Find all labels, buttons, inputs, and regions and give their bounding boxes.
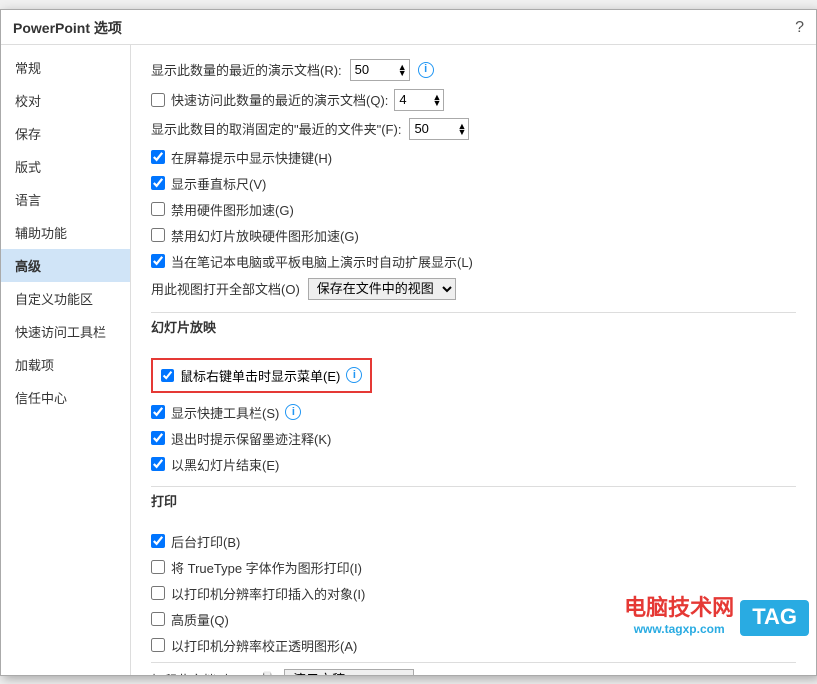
correct-transparency-label[interactable]: 以打印机分辨率校正透明图形(A) [171,636,357,655]
truetype-print-checkbox[interactable] [151,560,165,574]
sidebar-item-proofing[interactable]: 校对 [1,84,130,117]
sidebar-item-addins[interactable]: 加载项 [1,348,130,381]
recent-folders-label: 显示此数目的取消固定的"最近的文件夹"(F): [151,119,401,138]
right-click-menu-container: 鼠标右键单击时显示菜单(E) i [151,358,796,397]
slideshow-section-title: 幻灯片放映 [151,317,796,336]
watermark-text: 电脑技术网 www.tagxp.com [624,590,734,636]
show-toolbar-info-icon[interactable]: i [285,404,301,420]
disable-hw-accel-row: 禁用硬件图形加速(G) [151,200,796,219]
sidebar-item-save[interactable]: 保存 [1,117,130,150]
view-label: 用此视图打开全部文档(O) [151,279,300,298]
end-black-slide-checkbox[interactable] [151,457,165,471]
show-toolbar-label[interactable]: 显示快捷工具栏(S) [171,403,279,422]
right-click-menu-label[interactable]: 鼠标右键单击时显示菜单(E) [180,366,340,385]
sidebar-item-trustcenter[interactable]: 信任中心 [1,381,130,414]
spinbox2-down-icon[interactable]: ▼ [432,98,441,108]
high-quality-checkbox[interactable] [151,612,165,626]
main-content: 显示此数量的最近的演示文档(R): ▲ ▼ i 快速访问此数量的最近的演示文档(… [131,45,816,675]
show-toolbar-checkbox[interactable] [151,405,165,419]
print-resolution-label[interactable]: 以打印机分辨率打印插入的对象(I) [171,584,365,603]
quick-access-row: 快速访问此数量的最近的演示文档(Q): ▲ ▼ [151,89,796,111]
right-click-menu-info-icon[interactable]: i [346,367,362,383]
slideshow-section-divider: 幻灯片放映 [151,312,796,350]
sidebar-item-accessibility[interactable]: 辅助功能 [1,216,130,249]
view-row: 用此视图打开全部文档(O) 保存在文件中的视图 [151,278,796,300]
recent-docs-info-icon[interactable]: i [418,62,434,78]
disable-hw-accel-checkbox[interactable] [151,202,165,216]
print-section-divider: 打印 [151,486,796,524]
spinbox-down-icon[interactable]: ▼ [398,68,407,78]
sidebar-item-layout[interactable]: 版式 [1,150,130,183]
keep-annotations-row: 退出时提示保留墨迹注释(K) [151,429,796,448]
quick-access-label[interactable]: 快速访问此数量的最近的演示文档(Q): [171,90,388,109]
help-icon[interactable]: ? [795,19,804,37]
recent-folders-spinbox[interactable]: ▲ ▼ [409,118,469,140]
background-print-checkbox[interactable] [151,534,165,548]
sidebar-item-general[interactable]: 常规 [1,51,130,84]
sidebar-item-ribbon[interactable]: 自定义功能区 [1,282,130,315]
dialog-title-bar: PowerPoint 选项 ? [1,10,816,45]
recent-docs-label: 显示此数量的最近的演示文档(R): [151,60,342,79]
high-quality-label[interactable]: 高质量(Q) [171,610,229,629]
show-ruler-label[interactable]: 显示垂直标尺(V) [171,174,266,193]
auto-extend-display-label[interactable]: 当在笔记本电脑或平板电脑上演示时自动扩展显示(L) [171,252,473,271]
sidebar: 常规 校对 保存 版式 语言 辅助功能 高级 自定义功能区 快速访问工具栏 加载… [1,45,131,675]
right-click-menu-checkbox[interactable] [161,369,174,382]
auto-extend-display-row: 当在笔记本电脑或平板电脑上演示时自动扩展显示(L) [151,252,796,271]
disable-slideshow-hw-accel-checkbox[interactable] [151,228,165,242]
correct-transparency-checkbox[interactable] [151,638,165,652]
quick-access-spinbox[interactable]: ▲ ▼ [394,89,444,111]
recent-docs-row: 显示此数量的最近的演示文档(R): ▲ ▼ i [151,59,796,81]
quick-access-checkbox[interactable] [151,93,165,107]
view-dropdown[interactable]: 保存在文件中的视图 [308,278,456,300]
print-doc-dropdown[interactable]: 演示文稿1.pptx [284,669,414,675]
tag-badge: TAG [740,600,809,636]
disable-slideshow-hw-accel-row: 禁用幻灯片放映硬件图形加速(G) [151,226,796,245]
keep-annotations-label[interactable]: 退出时提示保留墨迹注释(K) [171,429,331,448]
auto-extend-display-checkbox[interactable] [151,254,165,268]
watermark-area: 电脑技术网 www.tagxp.com TAG [624,590,809,636]
truetype-print-row: 将 TrueType 字体作为图形打印(I) [151,558,796,577]
print-doc-icon: 🖨️ [259,671,276,675]
end-black-slide-label[interactable]: 以黑幻灯片结束(E) [171,455,279,474]
show-shortcut-keys-label[interactable]: 在屏幕提示中显示快捷键(H) [171,148,332,167]
show-ruler-row: 显示垂直标尺(V) [151,174,796,193]
dialog-body: 常规 校对 保存 版式 语言 辅助功能 高级 自定义功能区 快速访问工具栏 加载… [1,45,816,675]
background-print-label[interactable]: 后台打印(B) [171,532,240,551]
spinbox3-down-icon[interactable]: ▼ [458,127,467,137]
print-doc-row: 打印此文档时(H): 🖨️ 演示文稿1.pptx ▲ [151,669,796,675]
show-shortcut-keys-row: 在屏幕提示中显示快捷键(H) [151,148,796,167]
disable-slideshow-hw-accel-label[interactable]: 禁用幻灯片放映硬件图形加速(G) [171,226,359,245]
disable-hw-accel-label[interactable]: 禁用硬件图形加速(G) [171,200,294,219]
bottom-row-divider: 打印此文档时(H): 🖨️ 演示文稿1.pptx ▲ [151,662,796,675]
correct-transparency-row: 以打印机分辨率校正透明图形(A) [151,636,796,655]
background-print-row: 后台打印(B) [151,532,796,551]
print-resolution-checkbox[interactable] [151,586,165,600]
sidebar-item-language[interactable]: 语言 [1,183,130,216]
show-toolbar-row: 显示快捷工具栏(S) i [151,403,796,422]
dialog-title: PowerPoint 选项 [13,18,122,38]
show-ruler-checkbox[interactable] [151,176,165,190]
keep-annotations-checkbox[interactable] [151,431,165,445]
watermark-label: 电脑技术网 [624,590,734,622]
sidebar-item-qat[interactable]: 快速访问工具栏 [1,315,130,348]
show-shortcut-keys-checkbox[interactable] [151,150,165,164]
watermark-site: www.tagxp.com [624,622,734,636]
recent-folders-row: 显示此数目的取消固定的"最近的文件夹"(F): ▲ ▼ [151,118,796,140]
print-doc-label: 打印此文档时(H): [151,670,251,675]
truetype-print-label[interactable]: 将 TrueType 字体作为图形打印(I) [171,558,362,577]
right-click-menu-highlight-box: 鼠标右键单击时显示菜单(E) i [151,358,372,393]
recent-docs-spinbox[interactable]: ▲ ▼ [350,59,410,81]
end-black-slide-row: 以黑幻灯片结束(E) [151,455,796,474]
print-section-title: 打印 [151,491,796,510]
sidebar-item-advanced[interactable]: 高级 [1,249,130,282]
